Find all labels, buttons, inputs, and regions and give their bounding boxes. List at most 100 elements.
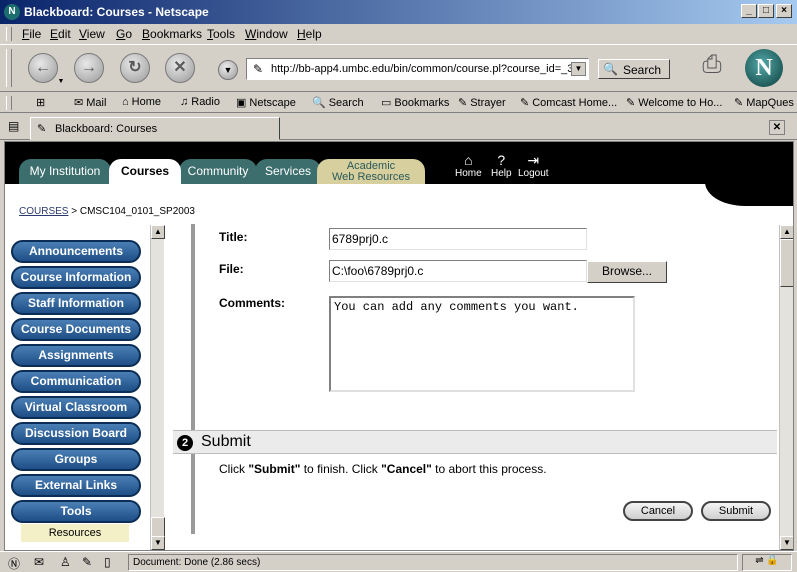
tab-services[interactable]: Services [255,159,321,184]
magnifier-icon: 🔍 [312,97,326,109]
bookmark-search[interactable]: 🔍 Search [312,96,364,109]
maximize-button[interactable]: □ [758,4,774,18]
header-help-label: Help [491,168,512,179]
navigator-icon[interactable]: Ⓝ [8,555,20,572]
header-home[interactable]: ⌂ Home [455,152,482,179]
header-logout[interactable]: ⇥ Logout [518,152,549,179]
submit-section-title: Submit [201,433,251,450]
breadcrumb-courses-link[interactable]: COURSES [19,206,68,217]
scroll-up-icon[interactable]: ▲ [780,225,793,239]
menu-go[interactable]: Go [116,27,132,41]
close-tab-button[interactable]: ✕ [769,120,785,135]
bookmark-mail-label: Mail [86,97,107,109]
print-icon[interactable]: ⎙ [694,51,730,81]
nav-communication[interactable]: Communication [11,370,141,393]
title-input[interactable]: 6789prj0.c [329,228,587,250]
address-book-icon[interactable]: ▯ [104,555,111,569]
frame-divider [191,224,195,534]
music-note-icon: ♫ [180,96,189,108]
left-scroll-thumb[interactable] [151,517,165,537]
cancel-button[interactable]: Cancel [623,501,693,521]
bookmark-netscape[interactable]: ▣ Netscape [236,96,296,109]
header-logout-label: Logout [518,168,549,179]
netscape-logo[interactable]: N [745,49,783,87]
tab-blackboard-courses[interactable]: ✎ Blackboard: Courses [30,117,280,140]
nav-external-links[interactable]: External Links [11,474,141,497]
menu-file[interactable]: File [22,27,41,41]
toolbar-grip [6,49,12,87]
stop-button[interactable]: ✕ [165,53,195,83]
menu-window[interactable]: Window [245,27,288,41]
reload-button[interactable]: ↻ [120,53,150,83]
menu-view[interactable]: View [79,27,105,41]
status-message: Document: Done (2.86 secs) [128,554,738,571]
search-button[interactable]: 🔍 Search [598,59,670,79]
bookmark-mapquest[interactable]: ✎ MapQues [734,96,794,109]
submit-button[interactable]: Submit [701,501,771,521]
nav-virtual-classroom[interactable]: Virtual Classroom [11,396,141,419]
personal-toolbar: ⊞ ✉ Mail ⌂ Home ♫ Radio ▣ Netscape 🔍 Search ▭… [0,93,797,113]
nav-tools[interactable]: Tools [11,500,141,523]
blackboard-header: My Institution Community Services Academ… [5,142,793,184]
logout-icon: ⇥ [527,152,540,168]
nav-groups[interactable]: Groups [11,448,141,471]
bookmark-home-label: Home [131,96,161,108]
page-icon: ✎ [253,62,264,76]
submit-section-header: 2 Submit [173,430,777,454]
scroll-up-icon[interactable]: ▲ [151,225,165,239]
scroll-down-icon[interactable]: ▼ [780,536,793,550]
tab-academic-web-resources[interactable]: Academic Web Resources [317,159,425,184]
comments-textarea[interactable]: You can add any comments you want. [329,296,635,392]
file-label: File: [219,262,244,276]
tab-community[interactable]: Community [179,159,257,184]
nav-course-documents[interactable]: Course Documents [11,318,141,341]
nav-staff-information[interactable]: Staff Information [11,292,141,315]
back-dropdown-icon[interactable]: ▼ [56,77,66,87]
menu-grip [6,27,12,41]
tab-courses[interactable]: Courses [109,159,181,184]
tab-web-resources-label: Web Resources [331,171,411,183]
nav-course-information[interactable]: Course Information [11,266,141,289]
bookmark-radio-label: Radio [191,96,220,108]
close-window-button[interactable]: × [776,4,792,18]
menu-edit[interactable]: Edit [50,27,71,41]
bookmark-mapquest-label: MapQues [746,97,794,109]
nav-discussion-board[interactable]: Discussion Board [11,422,141,445]
url-bar[interactable]: ✎ http://bb-app4.umbc.edu/bin/common/cou… [246,58,589,80]
forward-button[interactable]: → [74,53,104,83]
bookmark-mail[interactable]: ✉ Mail [74,96,106,109]
right-frame-scrollbar[interactable]: ▲ ▼ [779,225,793,550]
back-button[interactable]: ← [28,53,58,83]
nav-resources[interactable]: Resources [21,524,129,542]
comments-label: Comments: [219,296,286,310]
browse-button[interactable]: Browse... [587,261,667,283]
window-titlebar: N Blackboard: Courses - Netscape _ □ × [0,0,797,24]
composer-icon[interactable]: ✎ [82,555,92,569]
right-scroll-thumb[interactable] [780,239,793,287]
minimize-button[interactable]: _ [741,4,757,18]
header-help[interactable]: ? Help [491,152,512,179]
mail-icon[interactable]: ✉ [34,555,44,569]
home-tab-icon[interactable]: ⊞ [36,96,45,109]
bookmark-strayer[interactable]: ✎ Strayer [458,96,506,109]
url-input[interactable]: http://bb-app4.umbc.edu/bin/common/cours… [271,63,571,75]
url-dropdown-icon[interactable]: ▼ [571,62,586,76]
new-tab-icon[interactable]: ▤ [8,119,24,135]
menu-help[interactable]: Help [297,27,322,41]
url-history-icon[interactable]: ▼ [218,60,238,80]
bookmark-welcome[interactable]: ✎ Welcome to Ho... [626,96,722,109]
aim-icon[interactable]: ♙ [60,555,71,569]
bookmark-home[interactable]: ⌂ Home [122,96,161,108]
nav-announcements[interactable]: Announcements [11,240,141,263]
bookmark-bookmarks[interactable]: ▭ Bookmarks [381,96,449,109]
tab-my-institution[interactable]: My Institution [19,159,111,184]
bookmark-radio[interactable]: ♫ Radio [180,96,220,108]
nav-assignments[interactable]: Assignments [11,344,141,367]
scroll-down-icon[interactable]: ▼ [151,536,165,550]
menu-bookmarks[interactable]: Bookmarks [142,27,202,41]
bookmark-comcast[interactable]: ✎ Comcast Home... [520,96,617,109]
left-frame-scrollbar[interactable]: ▲ ▼ [150,225,165,550]
file-input[interactable]: C:\foo\6789prj0.c [329,260,587,282]
menu-tools[interactable]: Tools [207,27,235,41]
bookmark-strayer-label: Strayer [470,97,506,109]
